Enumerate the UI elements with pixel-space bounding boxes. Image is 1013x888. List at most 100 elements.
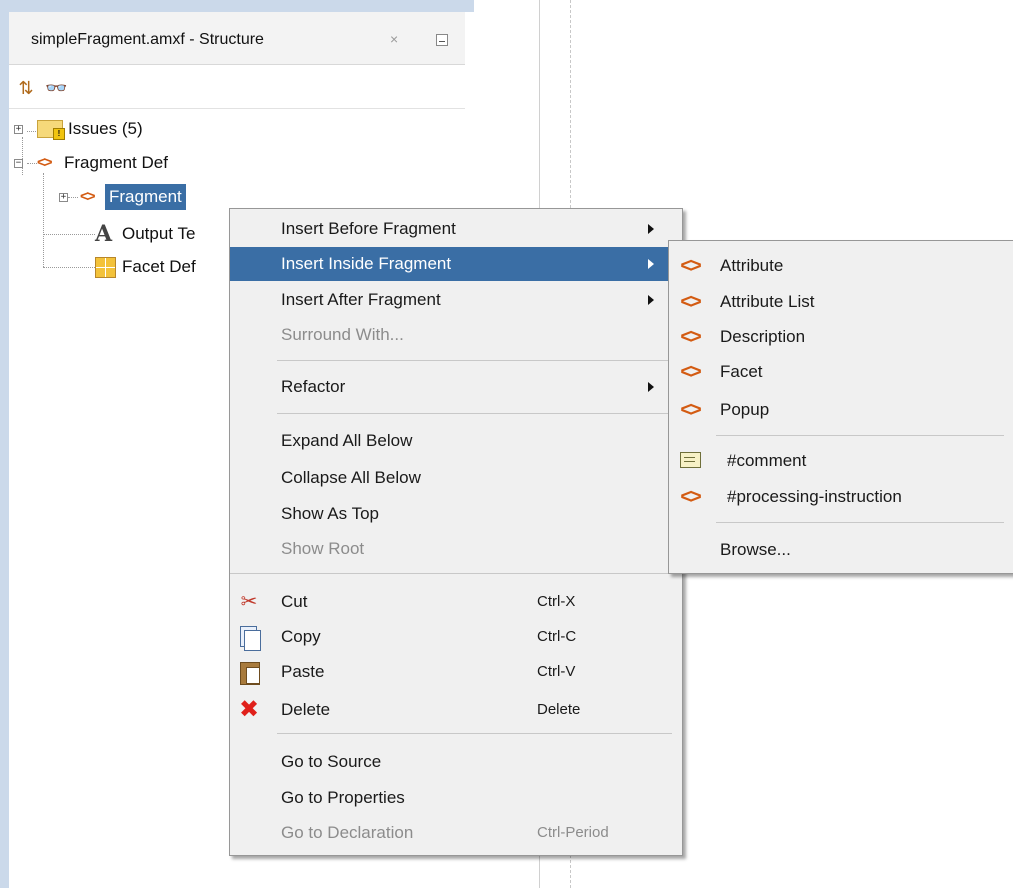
context-menu: Insert Before Fragment Insert Inside Fra… — [229, 208, 683, 856]
submenu-item-browse[interactable]: Browse... — [669, 533, 1013, 567]
facet-def-icon — [95, 257, 116, 278]
menu-item-go-to-properties[interactable]: Go to Properties — [230, 781, 682, 815]
menu-item-copy[interactable]: Copy Ctrl-C — [230, 620, 682, 654]
menu-item-expand-all-below[interactable]: Expand All Below — [230, 424, 682, 458]
xml-element-icon: <> — [680, 486, 701, 508]
submenu-item-popup[interactable]: <> Popup — [669, 393, 1013, 427]
tree-item-label: Fragment Def — [64, 153, 168, 172]
menu-item-label: Browse... — [720, 540, 791, 559]
divider — [9, 108, 465, 109]
menu-item-collapse-all-below[interactable]: Collapse All Below — [230, 461, 682, 495]
xml-element-icon: <> — [680, 326, 701, 348]
menu-separator — [277, 733, 672, 734]
menu-item-refactor[interactable]: Refactor — [230, 370, 682, 404]
submenu-arrow-icon — [648, 224, 654, 234]
menu-item-label: Paste — [281, 662, 325, 681]
tree-item-issues[interactable]: + ! Issues (5) — [9, 116, 309, 142]
menu-item-shortcut: Ctrl-Period — [537, 824, 609, 841]
menu-item-shortcut: Delete — [537, 701, 581, 718]
menu-separator — [277, 360, 672, 361]
submenu-arrow-icon — [648, 382, 654, 392]
menu-item-label: Delete — [281, 700, 331, 719]
paste-icon — [236, 660, 262, 685]
tree-item-label: Facet Def — [122, 257, 196, 276]
menu-item-delete[interactable]: ✖ Delete Delete — [230, 693, 682, 727]
close-tab-icon[interactable]: × — [390, 31, 398, 47]
menu-item-label: Go to Declaration — [281, 823, 414, 842]
submenu-item-attribute-list[interactable]: <> Attribute List — [669, 285, 1013, 319]
tree-item-label: Output Te — [122, 224, 196, 243]
menu-item-label: Show Root — [281, 539, 365, 558]
menu-item-label: Copy — [281, 627, 321, 646]
structure-toolbar: ⇅ 👓 — [9, 65, 465, 107]
submenu-item-description[interactable]: <> Description — [669, 320, 1013, 354]
warning-badge: ! — [53, 128, 65, 140]
menu-separator — [716, 522, 1004, 523]
tree-item-label-selected: Fragment — [105, 184, 186, 210]
menu-item-label: Insert Inside Fragment — [281, 254, 452, 273]
xml-element-icon: <> — [680, 255, 701, 277]
menu-separator — [230, 573, 682, 574]
menu-item-insert-after[interactable]: Insert After Fragment — [230, 283, 682, 317]
menu-item-go-to-source[interactable]: Go to Source — [230, 745, 682, 779]
tree-item-fragment-def[interactable]: − <> Fragment Def — [9, 150, 309, 176]
menu-item-surround-with: Surround With... — [230, 318, 682, 352]
delete-icon: ✖ — [238, 696, 260, 723]
xml-element-icon: <> — [680, 291, 701, 313]
menu-item-label: Cut — [281, 592, 308, 611]
synchronize-icon[interactable]: ⇅ — [15, 77, 37, 99]
folder-warning-icon: ! — [37, 120, 65, 140]
submenu-item-comment[interactable]: #comment — [669, 444, 1013, 478]
menu-item-label: Insert After Fragment — [281, 290, 441, 309]
submenu-item-processing-instruction[interactable]: <> #processing-instruction — [669, 480, 1013, 514]
minimize-icon[interactable] — [436, 34, 448, 46]
submenu-arrow-icon — [648, 259, 654, 269]
menu-item-insert-inside[interactable]: Insert Inside Fragment — [230, 247, 682, 281]
menu-separator — [716, 435, 1004, 436]
expand-icon[interactable]: + — [14, 125, 23, 134]
menu-item-cut[interactable]: ✂ Cut Ctrl-X — [230, 585, 682, 619]
find-binoculars-icon[interactable]: 👓 — [45, 77, 67, 99]
menu-item-shortcut: Ctrl-X — [537, 593, 576, 610]
menu-item-label: #processing-instruction — [727, 487, 902, 506]
menu-item-shortcut: Ctrl-C — [537, 628, 577, 645]
menu-separator — [277, 413, 672, 414]
xml-element-icon: <> — [680, 399, 701, 421]
copy-icon — [236, 625, 262, 651]
menu-item-label: Expand All Below — [281, 431, 413, 450]
output-text-icon: A — [95, 221, 113, 247]
tree-item-fragment[interactable]: + <> Fragment — [9, 184, 309, 210]
menu-item-label: Insert Before Fragment — [281, 219, 456, 238]
submenu-item-attribute[interactable]: <> Attribute — [669, 249, 1013, 283]
menu-item-paste[interactable]: Paste Ctrl-V — [230, 655, 682, 689]
menu-item-insert-before[interactable]: Insert Before Fragment — [230, 212, 682, 246]
comment-icon — [677, 449, 703, 473]
insert-inside-submenu: <> Attribute <> Attribute List <> Descri… — [668, 240, 1013, 574]
collapse-icon[interactable]: − — [14, 159, 23, 168]
menu-item-label: Go to Properties — [281, 788, 405, 807]
xml-element-icon: <> — [37, 154, 52, 171]
scissors-icon: ✂ — [240, 591, 258, 613]
menu-item-show-root: Show Root — [230, 532, 682, 566]
menu-item-label: Go to Source — [281, 752, 382, 771]
menu-item-shortcut: Ctrl-V — [537, 663, 576, 680]
menu-item-label: Attribute — [720, 256, 784, 275]
tree-item-label: Issues (5) — [68, 119, 143, 138]
menu-item-label: Description — [720, 327, 806, 346]
submenu-arrow-icon — [648, 295, 654, 305]
submenu-item-facet[interactable]: <> Facet — [669, 355, 1013, 389]
menu-item-label: Attribute List — [720, 292, 815, 311]
tab-title: simpleFragment.amxf - Structure — [31, 31, 264, 48]
menu-item-label: Surround With... — [281, 325, 404, 344]
menu-item-label: Popup — [720, 400, 770, 419]
menu-item-label: Refactor — [281, 377, 346, 396]
menu-item-label: #comment — [727, 451, 807, 470]
menu-item-show-as-top[interactable]: Show As Top — [230, 497, 682, 531]
xml-element-icon: <> — [680, 361, 701, 383]
expand-icon[interactable]: + — [59, 193, 68, 202]
menu-item-go-to-declaration: Go to Declaration Ctrl-Period — [230, 816, 682, 850]
structure-tab[interactable]: simpleFragment.amxf - Structure × — [9, 12, 465, 65]
xml-element-icon: <> — [80, 188, 95, 205]
menu-item-label: Show As Top — [281, 504, 379, 523]
menu-item-label: Collapse All Below — [281, 468, 421, 487]
